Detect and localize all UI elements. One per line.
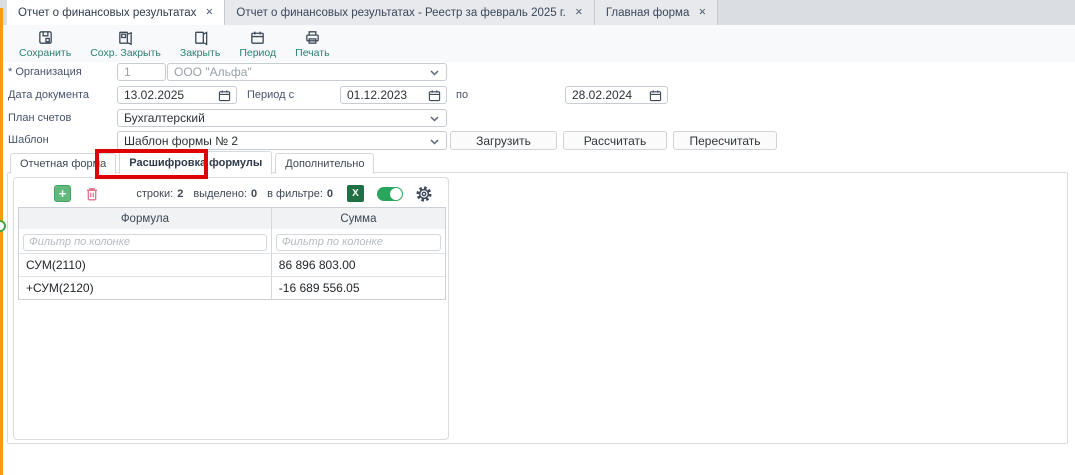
printer-icon	[304, 29, 321, 46]
save-icon	[37, 29, 54, 46]
add-row-button[interactable]: +	[54, 185, 71, 202]
template-select[interactable]: Шаблон формы № 2	[117, 131, 447, 150]
formula-cell[interactable]: СУМ(2110)	[19, 253, 271, 276]
toggle-knob	[390, 188, 402, 200]
selected-count-label: выделено:	[193, 188, 247, 200]
calendar-icon[interactable]	[649, 89, 662, 102]
close-button[interactable]: Закрыть	[173, 28, 227, 60]
period-to-field[interactable]: 28.02.2024	[565, 86, 668, 104]
chevron-down-icon[interactable]	[430, 70, 439, 76]
period-button[interactable]: Период	[232, 28, 283, 60]
close-icon[interactable]: ✕	[205, 7, 213, 18]
save-close-button-label: Сохр. Закрыть	[90, 47, 161, 59]
table-filter-row	[19, 229, 445, 253]
table-header-row: Формула Сумма	[19, 208, 445, 229]
formula-table: Формула Сумма СУМ(2110) 86 896 803.00 +С…	[18, 207, 446, 300]
formula-cell[interactable]: +СУМ(2120)	[19, 276, 271, 299]
window-tab-registry[interactable]: Отчет о финансовых результатах - Реестр …	[225, 0, 594, 25]
period-from-value: 01.12.2023	[347, 88, 407, 102]
form-tabs: Отчетная форма Расшифровка формулы Допол…	[10, 151, 374, 174]
tab-label: Расшифровка формулы	[129, 157, 262, 169]
chart-of-accounts-select[interactable]: Бухгалтерский	[117, 109, 447, 127]
period-button-label: Период	[239, 47, 276, 59]
window-tab-label: Отчет о финансовых результатах	[18, 7, 196, 19]
left-edge-accent	[0, 8, 3, 475]
save-button-label: Сохранить	[19, 47, 71, 59]
tab-additional[interactable]: Дополнительно	[275, 153, 374, 174]
period-to-label: по	[456, 89, 468, 101]
main-toolbar: Сохранить Сохр. Закрыть Закрыть Период П…	[0, 25, 1075, 62]
organization-name-field[interactable]: ООО "Альфа"	[167, 63, 447, 81]
doc-date-value: 13.02.2025	[124, 88, 184, 102]
table-row[interactable]: СУМ(2110) 86 896 803.00	[19, 253, 445, 276]
column-header-sum[interactable]: Сумма	[271, 208, 445, 229]
period-to-value: 28.02.2024	[572, 88, 632, 102]
grid-toolbar: + строки: 2 выделено: 0 в фильтре: 0 X	[14, 182, 433, 205]
rows-count: 2	[177, 188, 183, 200]
export-excel-button[interactable]: X	[347, 185, 364, 202]
sum-cell[interactable]: -16 689 556.05	[271, 276, 445, 299]
doc-date-label: Дата документа	[8, 89, 89, 101]
window-tab-bar: Отчет о финансовых результатах ✕ Отчет о…	[0, 0, 1075, 25]
window-tab-label: Главная форма	[606, 7, 690, 19]
template-value: Шаблон формы № 2	[124, 134, 238, 148]
app-window: Отчет о финансовых результатах ✕ Отчет о…	[0, 0, 1075, 475]
organization-name-value: ООО "Альфа"	[174, 65, 252, 79]
save-close-button[interactable]: Сохр. Закрыть	[83, 28, 168, 60]
sum-filter-input[interactable]	[276, 234, 441, 251]
period-from-field[interactable]: 01.12.2023	[340, 86, 447, 104]
close-icon[interactable]: ✕	[575, 7, 583, 18]
save-close-icon	[117, 29, 134, 46]
template-label: Шаблон	[8, 134, 49, 146]
tab-report-form[interactable]: Отчетная форма	[10, 153, 116, 174]
chevron-down-icon[interactable]	[430, 139, 439, 145]
close-form-icon	[192, 29, 209, 46]
recalculate-button[interactable]: Пересчитать	[673, 131, 777, 150]
calendar-icon[interactable]	[218, 89, 231, 102]
delete-row-button[interactable]	[84, 186, 100, 202]
selected-count: 0	[251, 188, 257, 200]
organization-code-value: 1	[124, 65, 131, 79]
filtered-count: 0	[327, 188, 333, 200]
chevron-down-icon[interactable]	[430, 116, 439, 122]
close-button-label: Закрыть	[180, 47, 220, 59]
calendar-icon	[249, 29, 266, 46]
calendar-icon[interactable]	[428, 89, 441, 102]
table-row[interactable]: +СУМ(2120) -16 689 556.05	[19, 276, 445, 299]
grid-stats: строки: 2 выделено: 0 в фильтре: 0	[136, 188, 339, 200]
calculate-button[interactable]: Рассчитать	[563, 131, 667, 150]
doc-date-field[interactable]: 13.02.2025	[117, 86, 237, 104]
column-header-formula[interactable]: Формула	[19, 208, 271, 229]
period-from-label: Период с	[247, 89, 294, 101]
print-button[interactable]: Печать	[288, 28, 336, 60]
window-tab-report[interactable]: Отчет о финансовых результатах ✕	[7, 0, 225, 25]
filter-toggle[interactable]	[377, 187, 403, 201]
organization-label: * Организация	[8, 66, 82, 78]
load-button[interactable]: Загрузить	[450, 131, 557, 150]
window-tab-label: Отчет о финансовых результатах - Реестр …	[236, 7, 565, 19]
chart-of-accounts-value: Бухгалтерский	[124, 111, 205, 125]
organization-code-field[interactable]: 1	[117, 63, 166, 81]
tab-label: Отчетная форма	[20, 158, 106, 170]
tab-formula-decryption[interactable]: Расшифровка формулы	[119, 151, 272, 174]
save-button[interactable]: Сохранить	[12, 28, 78, 60]
chart-of-accounts-label: План счетов	[8, 112, 71, 124]
rows-count-label: строки:	[136, 188, 173, 200]
gear-icon	[415, 185, 433, 203]
tab-label: Дополнительно	[285, 158, 364, 170]
left-edge-anchor	[0, 220, 6, 232]
grid-settings-button[interactable]	[415, 185, 433, 203]
sum-cell[interactable]: 86 896 803.00	[271, 253, 445, 276]
formula-filter-input[interactable]	[23, 234, 267, 251]
print-button-label: Печать	[295, 47, 329, 59]
plus-icon: +	[59, 187, 67, 201]
close-icon[interactable]: ✕	[698, 7, 706, 18]
formula-grid-card: + строки: 2 выделено: 0 в фильтре: 0 X	[13, 177, 449, 440]
filtered-count-label: в фильтре:	[267, 188, 323, 200]
window-tab-main-form[interactable]: Главная форма ✕	[595, 0, 719, 25]
trash-icon	[84, 186, 100, 202]
